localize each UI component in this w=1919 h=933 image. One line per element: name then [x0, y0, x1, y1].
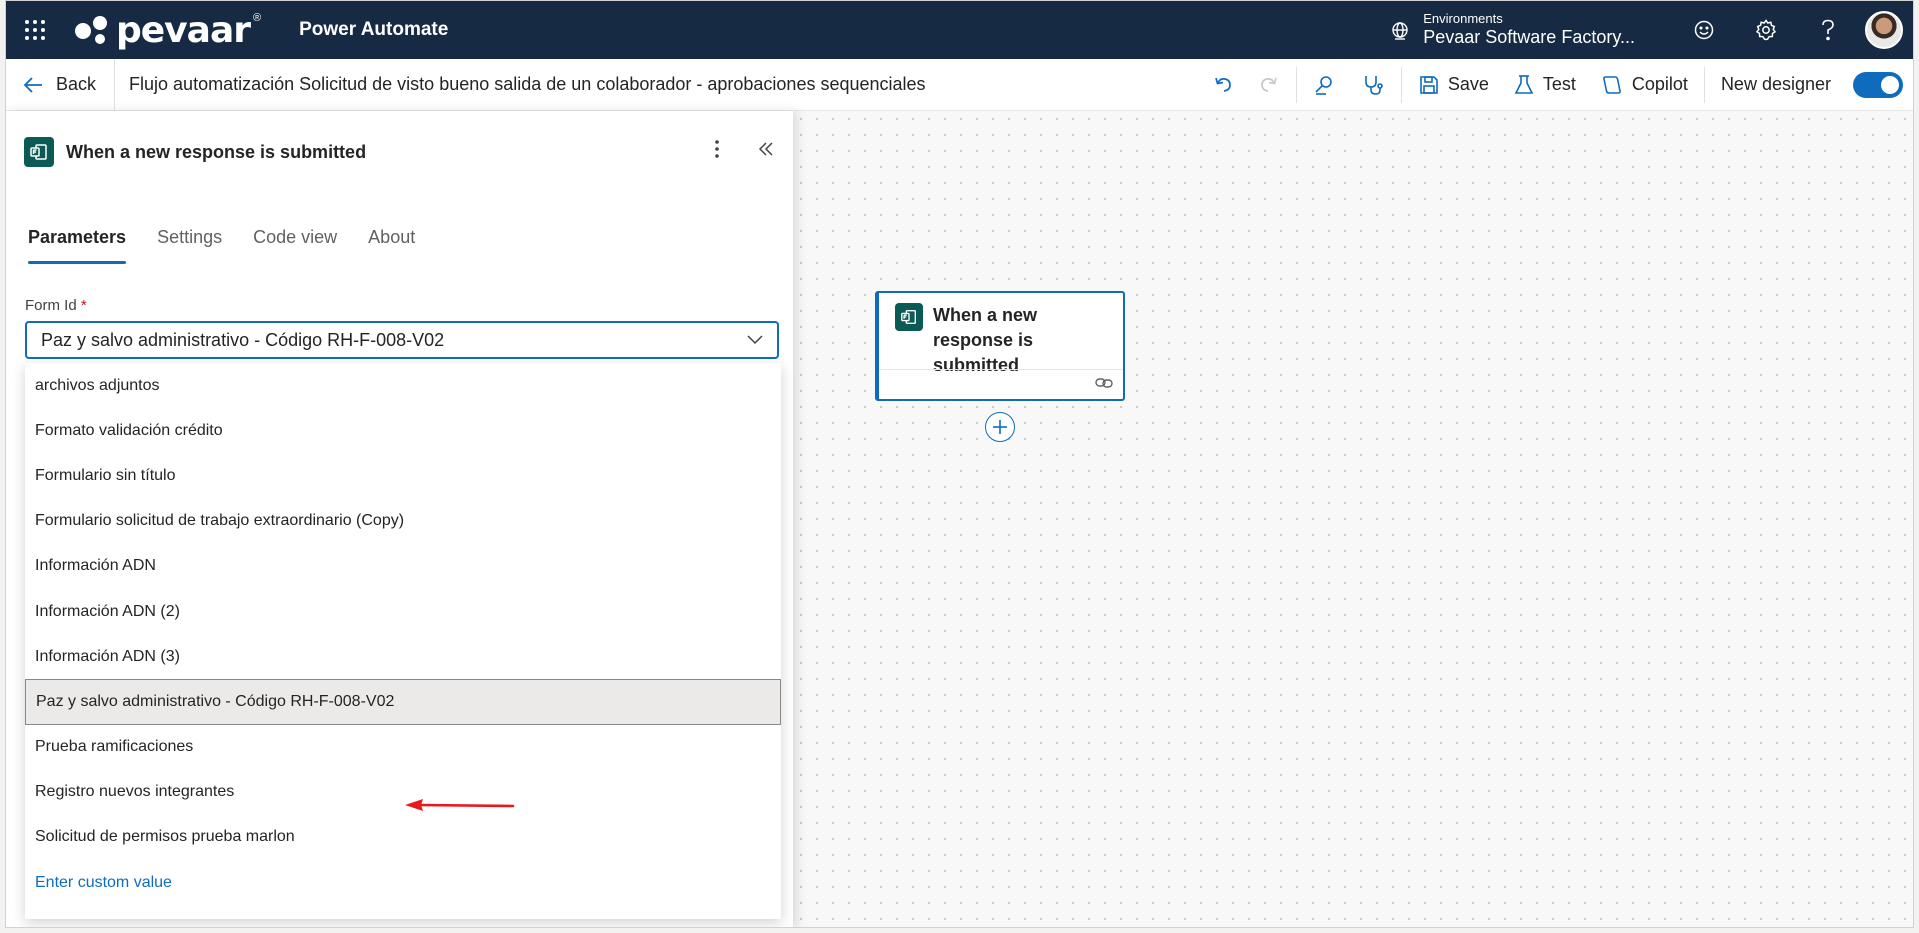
- dropdown-option[interactable]: Formato validación crédito: [25, 408, 781, 453]
- dropdown-option[interactable]: Formulario sin título: [25, 453, 781, 498]
- dropdown-option[interactable]: Información ADN (3): [25, 634, 781, 679]
- dropdown-option[interactable]: Registro nuevos integrantes: [25, 770, 781, 815]
- pevaar-logo-icon: [75, 16, 107, 44]
- dropdown-option[interactable]: Prueba ramificaciones: [25, 725, 781, 770]
- flow-title[interactable]: Flujo automatización Solicitud de visto …: [115, 74, 926, 95]
- flow-checker-icon: [1315, 75, 1332, 95]
- copilot-button[interactable]: Copilot: [1588, 59, 1700, 110]
- app-launcher-icon[interactable]: [6, 1, 64, 59]
- form-id-select[interactable]: Paz y salvo administrativo - Código RH-F…: [25, 321, 779, 359]
- brand-name: pevaar: [116, 9, 251, 51]
- feedback-smiley-icon[interactable]: [1673, 19, 1735, 41]
- dropdown-option[interactable]: Formulario solicitud de trabajo extraord…: [25, 499, 781, 544]
- back-label: Back: [56, 74, 97, 94]
- add-step-button[interactable]: [985, 412, 1015, 442]
- user-avatar[interactable]: [1865, 11, 1903, 49]
- back-button[interactable]: Back: [6, 59, 116, 110]
- help-question-icon[interactable]: [1797, 18, 1859, 42]
- undo-icon: [1215, 77, 1231, 92]
- undo-button[interactable]: [1200, 59, 1246, 110]
- test-label: Test: [1542, 74, 1576, 94]
- dropdown-option[interactable]: Información ADN (2): [25, 589, 781, 634]
- brand-registered-mark: ®: [253, 12, 262, 24]
- tab-parameters[interactable]: Parameters: [28, 227, 127, 264]
- app-name[interactable]: Power Automate: [299, 19, 448, 41]
- beaker-icon: [1514, 74, 1534, 94]
- environment-globe-icon: [1392, 22, 1408, 40]
- tab-about[interactable]: About: [368, 227, 415, 260]
- copilot-icon: [1603, 75, 1621, 94]
- environment-label: Environments: [1423, 11, 1503, 27]
- dropdown-option-selected[interactable]: Paz y salvo administrativo - Código RH-F…: [25, 679, 781, 725]
- redo-icon: [1261, 77, 1277, 92]
- new-designer-toggle-group: New designer: [1709, 59, 1843, 110]
- top-bar: pevaar ® Power Automate Environments Pev…: [6, 1, 1913, 59]
- brand-logo[interactable]: pevaar ®: [74, 10, 261, 51]
- dropdown-option[interactable]: archivos adjuntos: [25, 363, 781, 408]
- new-designer-label: New designer: [1720, 74, 1831, 94]
- environment-picker[interactable]: Environments Pevaar Software Factory...: [1389, 11, 1635, 48]
- dropdown-option[interactable]: Información ADN: [25, 544, 781, 589]
- more-options-icon[interactable]: [714, 139, 720, 164]
- microsoft-forms-icon: [895, 303, 923, 331]
- form-id-label: Form Id *: [25, 297, 87, 314]
- trigger-node-footer: [879, 369, 1123, 399]
- trigger-node-card[interactable]: When a new response is submitted: [875, 291, 1125, 401]
- divider: [1400, 66, 1402, 103]
- app-window: pevaar ® Power Automate Environments Pev…: [5, 0, 1914, 928]
- diagnostics-button[interactable]: [1349, 59, 1397, 110]
- enter-custom-value-option[interactable]: Enter custom value: [25, 860, 781, 905]
- divider: [1703, 66, 1705, 103]
- divider: [1295, 66, 1297, 103]
- plus-icon: [993, 420, 1007, 434]
- command-bar: Back Flujo automatización Solicitud de v…: [6, 59, 1913, 111]
- environment-name: Pevaar Software Factory...: [1423, 27, 1635, 48]
- form-id-selected-value: Paz y salvo administrativo - Código RH-F…: [41, 329, 445, 350]
- action-details-panel: When a new response is submitted Paramet…: [6, 111, 793, 927]
- redo-button[interactable]: [1246, 59, 1292, 110]
- new-designer-toggle[interactable]: [1853, 71, 1903, 98]
- flow-checker-button[interactable]: [1301, 59, 1349, 110]
- microsoft-forms-icon: [24, 137, 54, 167]
- tab-code-view[interactable]: Code view: [253, 227, 337, 260]
- form-id-dropdown-list: archivos adjuntos Formato validación cré…: [25, 363, 781, 919]
- save-label: Save: [1447, 74, 1489, 94]
- dropdown-option[interactable]: Solicitud de permisos prueba marlon: [25, 815, 781, 860]
- panel-tabs: Parameters Settings Code view About: [28, 227, 415, 264]
- required-marker: *: [80, 297, 87, 314]
- form-id-label-text: Form Id: [25, 297, 77, 314]
- chevron-down-icon: [747, 335, 763, 345]
- stethoscope-icon: [1365, 75, 1383, 95]
- copilot-label: Copilot: [1631, 74, 1688, 94]
- collapse-panel-icon[interactable]: [758, 141, 774, 162]
- trigger-node-title: When a new response is submitted: [933, 305, 1038, 376]
- back-arrow-icon: [23, 76, 42, 93]
- save-icon: [1420, 75, 1438, 94]
- designer-canvas[interactable]: When a new response is submitted: [793, 111, 1913, 927]
- settings-gear-icon[interactable]: [1735, 18, 1797, 42]
- test-button[interactable]: Test: [1501, 59, 1588, 110]
- link-icon: [1095, 378, 1113, 388]
- annotation-arrow-icon: [405, 799, 515, 811]
- panel-title[interactable]: When a new response is submitted: [66, 142, 366, 163]
- save-button[interactable]: Save: [1406, 59, 1501, 110]
- tab-settings[interactable]: Settings: [157, 227, 222, 260]
